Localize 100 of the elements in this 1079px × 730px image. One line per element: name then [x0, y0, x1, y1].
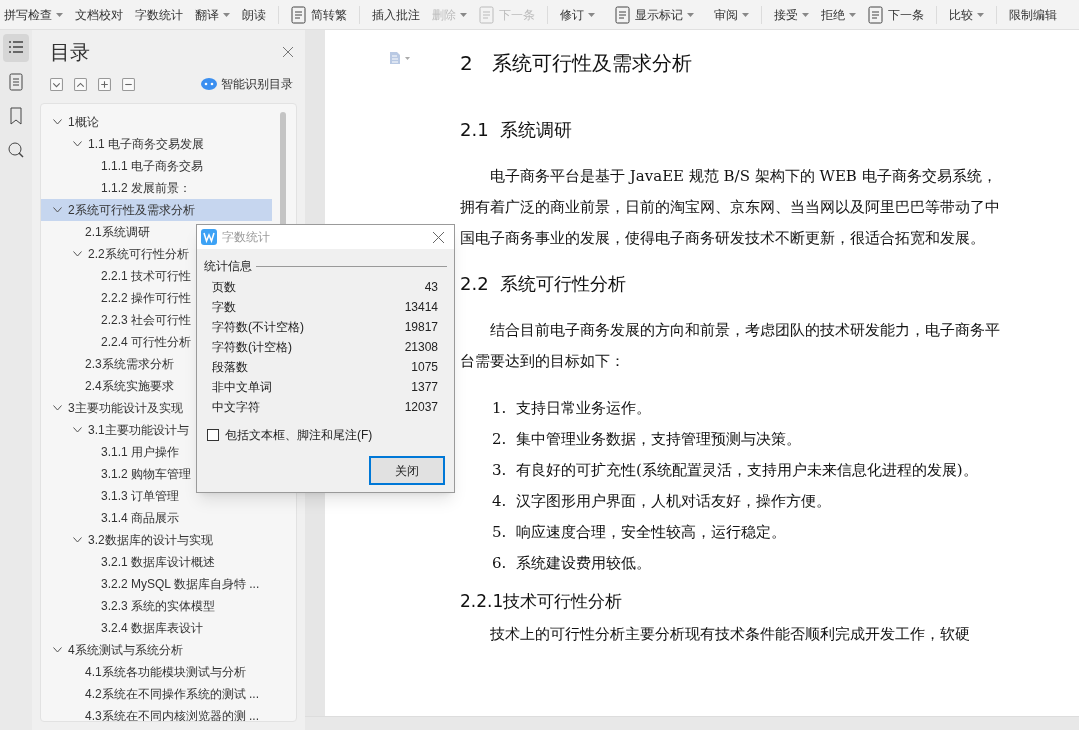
toolbar-button[interactable]: 拼写检查: [4, 5, 63, 24]
close-icon[interactable]: [433, 231, 444, 243]
list-item: 汉字图形用户界面，人机对话友好，操作方便。: [516, 491, 831, 512]
toc-item[interactable]: 1.1.1 电子商务交易: [41, 155, 272, 177]
toc-item[interactable]: 1概论: [41, 111, 272, 133]
toolbar-button[interactable]: 审阅: [714, 5, 749, 24]
panel-title: 目录: [50, 40, 90, 65]
stat-label: 字数: [212, 299, 236, 316]
chevron-icon[interactable]: [73, 141, 82, 147]
stat-label: 页数: [212, 279, 236, 296]
robot-icon: [201, 78, 217, 90]
toolbar-button[interactable]: 限制编辑: [1009, 5, 1057, 24]
list-number: 5.: [492, 522, 508, 543]
toolbar-button[interactable]: 拒绝: [821, 5, 856, 24]
toolbar-button[interactable]: 修订: [560, 5, 595, 24]
document-icon: [479, 5, 495, 24]
toolbar-button[interactable]: 文档校对: [75, 5, 123, 24]
toc-item[interactable]: 4.1系统各功能模块测试与分析: [41, 661, 272, 683]
stat-value: 1075: [411, 359, 438, 376]
caret-icon: [802, 12, 809, 17]
stat-label: 中文字符: [212, 399, 260, 416]
toolbar-button[interactable]: 下一条: [868, 5, 924, 24]
toc-item[interactable]: 3.2数据库的设计与实现: [41, 529, 272, 551]
heading: 2.2.1技术可行性分析: [460, 590, 624, 613]
chevron-icon[interactable]: [53, 647, 62, 653]
dialog-title: 字数统计: [222, 229, 271, 246]
toc-item[interactable]: 1.1.2 发展前景：: [41, 177, 272, 199]
toolbar-button[interactable]: 比较: [949, 5, 984, 24]
checkbox[interactable]: [207, 429, 219, 441]
caret-icon: [56, 12, 63, 17]
chevron-icon[interactable]: [53, 207, 62, 213]
toolbar-button[interactable]: 翻译: [195, 5, 230, 24]
caret-icon: [460, 12, 467, 17]
side-tab[interactable]: [3, 34, 29, 62]
collapse-icon[interactable]: [74, 77, 87, 91]
chevron-icon[interactable]: [73, 427, 82, 433]
list-number: 4.: [492, 491, 508, 512]
toolbar-button[interactable]: 简转繁: [291, 5, 347, 24]
list-number: 3.: [492, 460, 508, 481]
chevron-icon[interactable]: [53, 119, 62, 125]
caret-icon: [588, 12, 595, 17]
stat-label: 非中文单词: [212, 379, 272, 396]
toc-item[interactable]: 3.2.3 系统的实体模型: [41, 595, 272, 617]
toolbar-button[interactable]: 显示标记: [615, 5, 694, 24]
toc-item[interactable]: 4系统测试与系统分析: [41, 639, 272, 661]
list-item: 有良好的可扩充性(系统配置灵活，支持用户未来信息化进程的发展)。: [516, 460, 978, 481]
heading: 2.2 系统可行性分析: [460, 272, 628, 296]
chevron-icon[interactable]: [73, 537, 82, 543]
toc-item[interactable]: 4.3系统在不同内核浏览器的测 ...: [41, 705, 272, 721]
horizontal-scrollbar[interactable]: [305, 716, 1079, 730]
paragraph: 结合目前电子商务发展的方向和前景，考虑团队的技术研发能力，电子商务平台需要达到的目标如下：: [460, 320, 1001, 372]
search-icon: [6, 140, 26, 160]
caret-icon: [223, 12, 230, 17]
toolbar-button[interactable]: 接受: [774, 5, 809, 24]
toc-item[interactable]: 1.1 电子商务交易发展: [41, 133, 272, 155]
list-item: 支持日常业务运作。: [516, 398, 651, 419]
smart-toc-button[interactable]: 智能识别目录: [201, 75, 293, 93]
toc-item[interactable]: 2系统可行性及需求分析: [41, 199, 272, 221]
stat-value: 43: [424, 279, 438, 296]
expand-icon[interactable]: [50, 77, 63, 91]
stat-value: 21308: [404, 339, 438, 356]
minus-icon[interactable]: [122, 77, 135, 91]
chevron-icon[interactable]: [73, 251, 82, 257]
caret-icon: [742, 12, 749, 17]
toc-item[interactable]: 3.1.4 商品展示: [41, 507, 272, 529]
document-icon: [291, 5, 307, 24]
list-item: 集中管理业务数据，支持管理预测与决策。: [516, 429, 801, 450]
heading: 2 系统可行性及需求分析: [460, 50, 693, 77]
stat-label: 字符数(计空格): [212, 339, 292, 356]
heading: 2.1 系统调研: [460, 118, 574, 142]
checkbox-label: 包括文本框、脚注和尾注(F): [225, 427, 373, 444]
document-icon: [868, 5, 884, 24]
document-icon: [615, 5, 631, 24]
toc-item[interactable]: 3.2.2 MySQL 数据库自身特 ...: [41, 573, 272, 595]
close-button[interactable]: 关闭: [369, 456, 445, 485]
stat-value: 19817: [404, 319, 438, 336]
document-icon: [6, 72, 26, 92]
paragraph: 电子商务平台是基于 JavaEE 规范 B/S 架构下的 WEB 电子商务交易系统，拥有着广泛的商业前景，日前的淘宝网、京东网、当当网以及阿里巴巴等带动了中国电子商务事业的发展，使得电子商务研发技术不断更新，很适合拓宽和发展。: [460, 166, 1001, 249]
list-number: 6.: [492, 553, 508, 574]
plus-icon[interactable]: [98, 77, 111, 91]
stat-label: 字符数(不计空格): [212, 319, 304, 336]
stat-value: 1377: [411, 379, 438, 396]
chevron-icon[interactable]: [53, 405, 62, 411]
toc-item[interactable]: 4.2系统在不同操作系统的测试 ...: [41, 683, 272, 705]
toc-item[interactable]: 3.2.4 数据库表设计: [41, 617, 272, 639]
list-number: 2.: [492, 429, 508, 450]
stat-value: 13414: [404, 299, 438, 316]
toolbar-button[interactable]: 朗读: [242, 5, 266, 24]
paragraph: 技术上的可行性分析主要分析现有技术条件能否顺利完成开发工作，软硬: [489, 623, 971, 645]
stat-value: 12037: [404, 399, 438, 416]
close-icon[interactable]: [283, 47, 293, 57]
app-logo-icon: [201, 229, 217, 245]
toolbar-button[interactable]: 字数统计: [135, 5, 183, 24]
toc-item[interactable]: 3.2.1 数据库设计概述: [41, 551, 272, 573]
group-label: 统计信息: [204, 258, 252, 275]
toc-item[interactable]: 3.1.3 订单管理: [41, 485, 272, 507]
toolbar-button[interactable]: 插入批注: [372, 5, 420, 24]
list-number: 1.: [492, 398, 508, 419]
caret-icon: [687, 12, 694, 17]
stat-label: 段落数: [212, 359, 248, 376]
